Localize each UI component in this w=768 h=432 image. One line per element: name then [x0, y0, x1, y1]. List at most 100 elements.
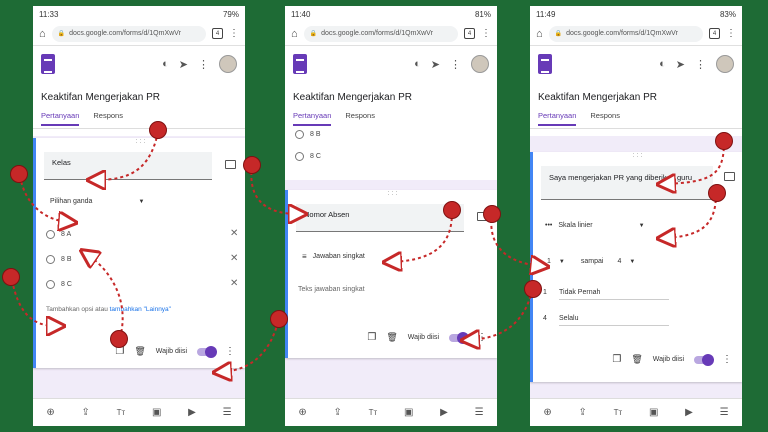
google-forms-logo-icon: [41, 54, 55, 74]
label-1-input[interactable]: Tidak Pernah: [559, 289, 669, 300]
title-text-icon[interactable]: Tт: [369, 408, 378, 417]
tab-count-button[interactable]: 4: [212, 28, 223, 39]
required-toggle[interactable]: [197, 345, 217, 358]
radio-icon: [295, 130, 304, 139]
title-text-icon[interactable]: Tт: [614, 408, 623, 417]
video-icon[interactable]: ▶: [685, 407, 693, 418]
scale-from-select[interactable]: 1: [547, 258, 551, 265]
required-label: Wajib diisi: [407, 334, 439, 341]
browser-menu-icon[interactable]: ⋮: [481, 28, 491, 39]
drag-handle-icon[interactable]: : : :: [36, 138, 245, 145]
close-icon[interactable]: ✕: [230, 228, 238, 239]
more-options-icon[interactable]: ⋮: [450, 58, 461, 71]
required-toggle[interactable]: [449, 331, 469, 344]
tab-respons[interactable]: Respons: [345, 111, 375, 124]
image-icon[interactable]: ▣: [404, 407, 413, 418]
option-row[interactable]: 8 A: [46, 230, 71, 239]
avatar[interactable]: [471, 55, 489, 73]
tab-pertanyaan[interactable]: Pertanyaan: [41, 111, 80, 126]
question-title-input[interactable]: Nomor Absen: [296, 204, 464, 232]
more-options-icon[interactable]: ⋮: [198, 58, 209, 71]
import-icon[interactable]: ⇪: [334, 407, 342, 418]
browser-menu-icon[interactable]: ⋮: [726, 28, 736, 39]
status-bar: 11:33 79%: [33, 6, 245, 22]
question-card[interactable]: : : : Nomor Absen ≡ Jawaban singkat Teks…: [285, 190, 497, 358]
section-icon[interactable]: ☰: [475, 407, 484, 418]
import-icon[interactable]: ⇪: [82, 407, 90, 418]
palette-icon[interactable]: ◐: [162, 58, 169, 70]
send-icon[interactable]: ➤: [179, 58, 188, 71]
question-type-select[interactable]: ≡ Jawaban singkat: [302, 252, 365, 261]
image-icon[interactable]: ▣: [649, 407, 658, 418]
question-type-select[interactable]: Pilihan ganda ▼: [50, 198, 144, 205]
video-icon[interactable]: ▶: [188, 407, 196, 418]
browser-url-bar: ⌂ 🔒 docs.google.com/forms/d/1QmXwVr 4 ⋮: [33, 22, 245, 46]
address-field[interactable]: 🔒 docs.google.com/forms/d/1QmXwVr: [51, 25, 206, 42]
more-options-icon[interactable]: ⋮: [722, 354, 732, 365]
add-image-icon[interactable]: [225, 160, 236, 169]
question-type-select[interactable]: ••• Skala linier ▼: [545, 222, 645, 229]
tab-respons[interactable]: Respons: [93, 111, 123, 124]
send-icon[interactable]: ➤: [676, 58, 685, 71]
copy-icon[interactable]: ❐: [612, 354, 621, 365]
section-icon[interactable]: ☰: [720, 407, 729, 418]
copy-icon[interactable]: ❐: [367, 332, 376, 343]
option-row[interactable]: 8 C: [46, 280, 72, 289]
add-question-icon[interactable]: ⊕: [298, 407, 306, 418]
add-image-icon[interactable]: [724, 172, 735, 181]
status-bar: 11:49 83%: [530, 6, 742, 22]
option-row[interactable]: 8 C: [295, 152, 321, 161]
home-icon[interactable]: ⌂: [291, 28, 298, 40]
video-icon[interactable]: ▶: [440, 407, 448, 418]
option-row[interactable]: 8 B: [295, 130, 321, 139]
option-row[interactable]: 8 B: [46, 255, 72, 264]
tab-count-button[interactable]: 4: [464, 28, 475, 39]
label-4-number: 4: [543, 315, 547, 322]
browser-menu-icon[interactable]: ⋮: [229, 28, 239, 39]
answer-placeholder: Teks jawaban singkat: [298, 286, 365, 293]
tab-count-button[interactable]: 4: [709, 28, 720, 39]
status-time: 11:49: [536, 9, 556, 19]
section-icon[interactable]: ☰: [223, 407, 232, 418]
avatar[interactable]: [219, 55, 237, 73]
send-icon[interactable]: ➤: [431, 58, 440, 71]
add-option-row[interactable]: Tambahkan opsi atau tambahkan "Lainnya": [46, 306, 171, 313]
drag-handle-icon[interactable]: : : :: [533, 152, 742, 159]
more-options-icon[interactable]: ⋮: [695, 58, 706, 71]
scale-to-select[interactable]: 4: [617, 258, 621, 265]
question-title-input[interactable]: Kelas: [44, 152, 212, 180]
add-question-icon[interactable]: ⊕: [46, 407, 54, 418]
home-icon[interactable]: ⌂: [536, 28, 543, 40]
label-4-input[interactable]: Selalu: [559, 315, 669, 326]
lock-icon: 🔒: [309, 31, 318, 37]
tab-pertanyaan[interactable]: Pertanyaan: [538, 111, 577, 126]
add-question-icon[interactable]: ⊕: [543, 407, 551, 418]
palette-icon[interactable]: ◐: [414, 58, 421, 70]
tab-pertanyaan[interactable]: Pertanyaan: [293, 111, 332, 126]
title-text-icon[interactable]: Tт: [117, 408, 126, 417]
home-icon[interactable]: ⌂: [39, 28, 46, 40]
more-options-icon[interactable]: ⋮: [225, 346, 235, 357]
avatar[interactable]: [716, 55, 734, 73]
question-card[interactable]: : : : Kelas Pilihan ganda ▼ 8 A ✕ 8 B ✕ …: [33, 138, 245, 368]
type-label: Jawaban singkat: [312, 253, 365, 260]
trash-icon[interactable]: 🗑: [386, 332, 397, 343]
address-field[interactable]: 🔒 docs.google.com/forms/d/1QmXwVr: [303, 25, 458, 42]
browser-url-bar: ⌂ 🔒 docs.google.com/forms/d/1QmXwVr 4 ⋮: [285, 22, 497, 46]
add-option-link[interactable]: Tambahkan opsi: [46, 306, 93, 313]
tab-respons[interactable]: Respons: [590, 111, 620, 124]
more-options-icon[interactable]: ⋮: [477, 332, 487, 343]
close-icon[interactable]: ✕: [230, 253, 238, 264]
address-field[interactable]: 🔒 docs.google.com/forms/d/1QmXwVr: [548, 25, 703, 42]
palette-icon[interactable]: ◐: [659, 58, 666, 70]
type-label: Pilihan ganda: [50, 198, 93, 205]
question-title-input[interactable]: Saya mengerjakan PR yang diberikan guru: [541, 166, 713, 200]
import-icon[interactable]: ⇪: [579, 407, 587, 418]
image-icon[interactable]: ▣: [152, 407, 161, 418]
trash-icon[interactable]: 🗑: [134, 346, 145, 357]
drag-handle-icon[interactable]: : : :: [288, 190, 497, 197]
close-icon[interactable]: ✕: [230, 278, 238, 289]
add-other-link[interactable]: tambahkan "Lainnya": [110, 306, 171, 313]
required-toggle[interactable]: [694, 353, 714, 366]
trash-icon[interactable]: 🗑: [631, 354, 642, 365]
